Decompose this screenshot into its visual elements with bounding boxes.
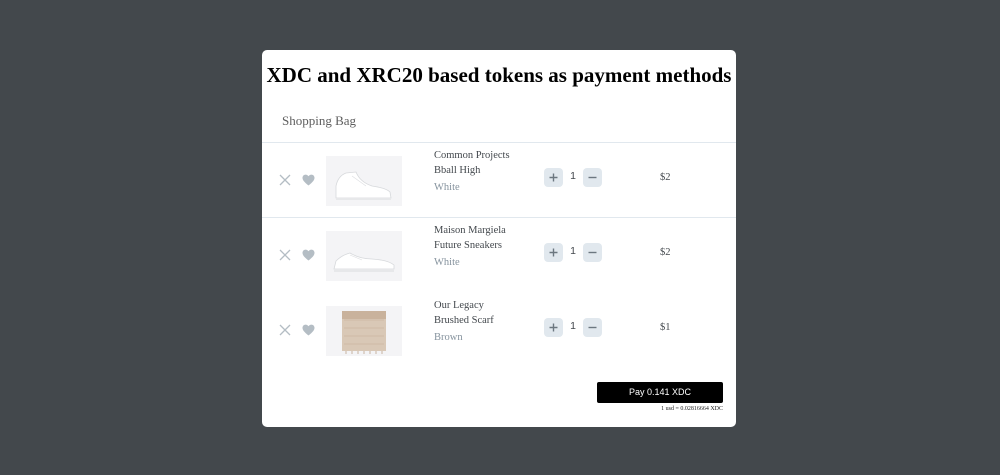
white-high-top-sneaker-icon xyxy=(326,156,402,206)
item-description: Maison Margiela Future Sneakers White xyxy=(434,225,514,269)
divider xyxy=(262,142,736,143)
minus-icon xyxy=(588,176,597,179)
checkout-modal: XDC and XRC20 based tokens as payment me… xyxy=(262,50,736,427)
plus-icon xyxy=(549,323,558,332)
item-color: White xyxy=(434,182,460,193)
heart-icon[interactable] xyxy=(302,248,315,261)
item-subtitle: Future Sneakers xyxy=(434,240,502,251)
item-price: $2 xyxy=(660,247,671,258)
cart-item: Common Projects Bball High White 1 $2 xyxy=(262,150,736,231)
brown-scarf-icon xyxy=(326,306,402,356)
close-icon[interactable] xyxy=(279,173,291,186)
quantity-value: 1 xyxy=(570,170,576,182)
item-color: Brown xyxy=(434,332,463,343)
item-subtitle: Bball High xyxy=(434,165,481,176)
quantity-value: 1 xyxy=(570,245,576,257)
heart-icon[interactable] xyxy=(302,323,315,336)
cart-item: Our Legacy Brushed Scarf Brown 1 $1 xyxy=(262,300,736,381)
increase-quantity-button[interactable] xyxy=(544,243,563,262)
plus-icon xyxy=(549,173,558,182)
plus-icon xyxy=(549,248,558,257)
shopping-bag-title: Shopping Bag xyxy=(282,113,357,128)
item-color: White xyxy=(434,257,460,268)
item-name: Common Projects xyxy=(434,150,510,161)
heart-icon[interactable] xyxy=(302,173,315,186)
decrease-quantity-button[interactable] xyxy=(583,243,602,262)
product-image xyxy=(326,306,402,356)
cart-item: Maison Margiela Future Sneakers White 1 … xyxy=(262,225,736,306)
increase-quantity-button[interactable] xyxy=(544,318,563,337)
item-name: Maison Margiela xyxy=(434,225,506,236)
page-title: XDC and XRC20 based tokens as payment me… xyxy=(266,63,732,87)
minus-icon xyxy=(588,251,597,254)
item-price: $2 xyxy=(660,172,671,183)
minus-icon xyxy=(588,326,597,329)
item-price: $1 xyxy=(660,322,671,333)
item-description: Our Legacy Brushed Scarf Brown xyxy=(434,300,514,344)
divider xyxy=(262,217,736,218)
white-low-sneaker-icon xyxy=(326,231,402,281)
product-image xyxy=(326,231,402,281)
item-subtitle: Brushed Scarf xyxy=(434,315,494,326)
increase-quantity-button[interactable] xyxy=(544,168,563,187)
close-icon[interactable] xyxy=(279,248,291,261)
decrease-quantity-button[interactable] xyxy=(583,318,602,337)
item-name: Our Legacy xyxy=(434,300,484,311)
product-image xyxy=(326,156,402,206)
close-icon[interactable] xyxy=(279,323,291,336)
quantity-value: 1 xyxy=(570,320,576,332)
item-description: Common Projects Bball High White xyxy=(434,150,514,194)
pay-button[interactable]: Pay 0.141 XDC xyxy=(597,382,723,403)
exchange-rate: 1 usd = 0.02816664 XDC xyxy=(661,406,723,412)
decrease-quantity-button[interactable] xyxy=(583,168,602,187)
